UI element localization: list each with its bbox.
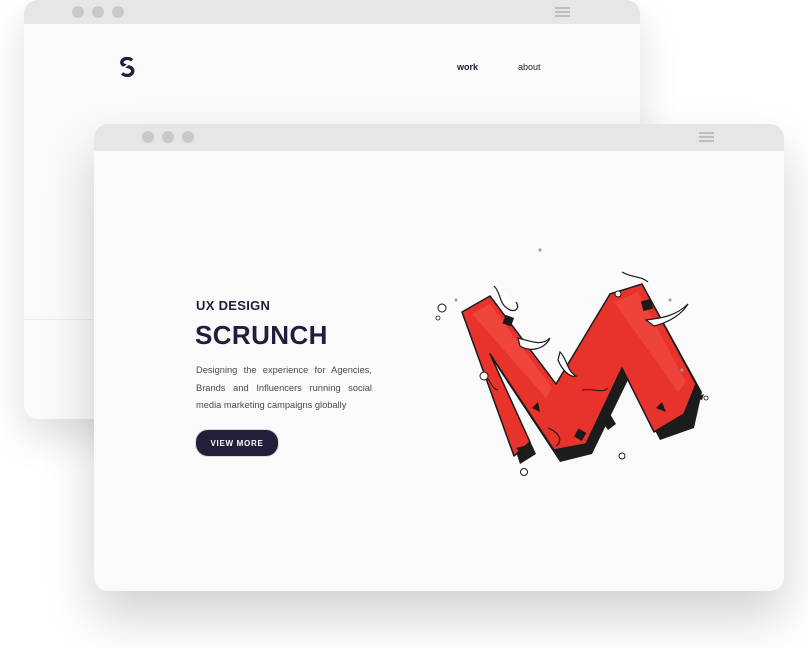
window-minimize-dot[interactable] — [162, 131, 174, 143]
window-maximize-dot[interactable] — [112, 6, 124, 18]
view-more-button[interactable]: VIEW MORE — [196, 430, 278, 456]
window-minimize-dot[interactable] — [92, 6, 104, 18]
project-description: Designing the experience for Agencies, B… — [196, 365, 372, 410]
nav-about-link[interactable]: about — [518, 62, 541, 72]
window-close-dot[interactable] — [142, 131, 154, 143]
hamburger-icon[interactable] — [555, 7, 570, 19]
project-title: SCRUNCH — [195, 320, 328, 350]
nav-work-link[interactable]: work — [457, 62, 478, 72]
titlebar — [94, 124, 784, 151]
titlebar — [24, 0, 640, 24]
project-category: UX DESIGN — [196, 298, 271, 313]
window-close-dot[interactable] — [72, 6, 84, 18]
hamburger-icon[interactable] — [699, 132, 714, 144]
front-browser-window: UX DESIGN SCRUNCH Designing the experien… — [94, 124, 784, 591]
s-logo-icon[interactable] — [119, 57, 135, 77]
window-maximize-dot[interactable] — [182, 131, 194, 143]
red-m-sculpture-icon — [435, 248, 709, 476]
